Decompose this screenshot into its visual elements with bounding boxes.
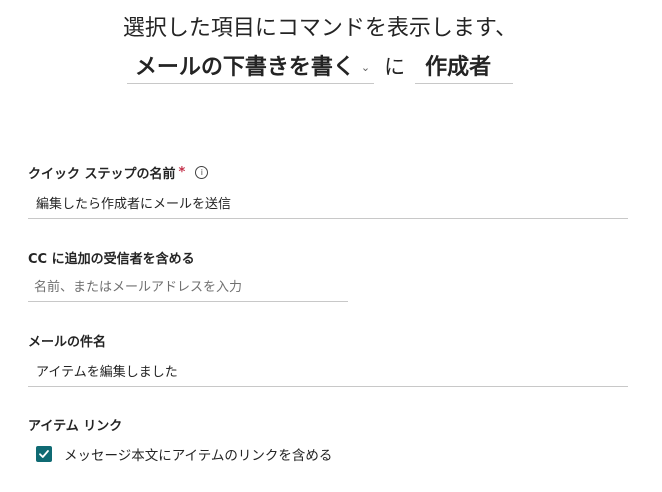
recipient-selector[interactable]: 作成者	[415, 49, 514, 84]
subject-input[interactable]: アイテムを編集しました	[28, 355, 628, 387]
item-link-label-text: アイテム リンク	[28, 419, 123, 434]
include-item-link-option[interactable]: メッセージ本文にアイテムのリンクを含める	[36, 444, 332, 464]
subject-label: メールの件名	[28, 331, 106, 350]
header-selectors: メールの下書きを書く ⌄ に 作成者	[0, 48, 640, 84]
header-intro-text: 選択した項目にコマンドを表示します、	[122, 16, 518, 41]
item-link-label: アイテム リンク	[28, 415, 122, 434]
quick-step-name-label-text: クイック ステップの名前	[28, 167, 176, 182]
action-dropdown[interactable]: メールの下書きを書く ⌄	[126, 49, 375, 84]
subject-value: アイテムを編集しました	[36, 365, 178, 380]
recipient-selector-value: 作成者	[425, 54, 492, 80]
required-marker: *	[178, 165, 186, 180]
cc-recipients-input[interactable]: 名前、またはメールアドレスを入力	[28, 270, 348, 302]
action-dropdown-value: メールの下書きを書く	[134, 54, 355, 80]
header-connector-text: に	[384, 55, 406, 79]
quick-step-name-value: 編集したら作成者にメールを送信	[36, 197, 232, 212]
checkmark-icon	[39, 450, 49, 458]
cc-recipients-placeholder: 名前、またはメールアドレスを入力	[34, 280, 243, 295]
quick-step-name-label: クイック ステップの名前 * i	[28, 163, 209, 182]
chevron-down-icon: ⌄	[360, 61, 371, 74]
include-item-link-label: メッセージ本文にアイテムのリンクを含める	[64, 448, 333, 464]
cc-label: CC に追加の受信者を含める	[28, 248, 195, 267]
command-header: 選択した項目にコマンドを表示します、 メールの下書きを書く ⌄ に 作成者	[0, 12, 640, 84]
subject-label-text: メールの件名	[28, 335, 107, 350]
include-item-link-checkbox[interactable]	[36, 446, 52, 462]
info-icon[interactable]: i	[195, 166, 209, 179]
cc-label-text: CC に追加の受信者を含める	[28, 252, 195, 267]
quick-step-name-input[interactable]: 編集したら作成者にメールを送信	[28, 187, 628, 219]
